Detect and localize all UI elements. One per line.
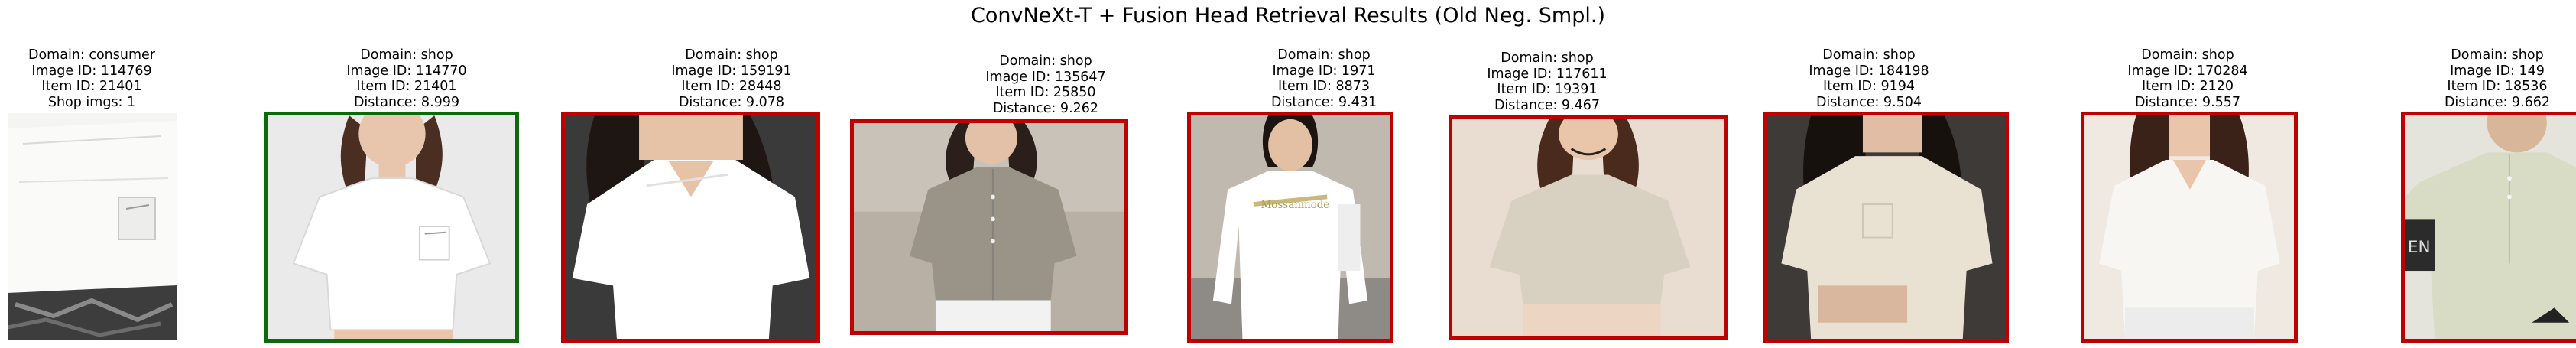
query-image (8, 113, 177, 340)
result-image-id: Image ID: 170284 (2127, 63, 2248, 79)
result-image-mismatch (561, 112, 820, 343)
result-distance: Distance: 9.557 (2134, 94, 2241, 110)
result-caption: Domain: shop Image ID: 184198 Item ID: 9… (1716, 47, 2022, 110)
result-image-correct-match (264, 112, 519, 343)
result-image-mismatch: EN (2401, 112, 2576, 343)
result-distance: Distance: 9.467 (1494, 97, 1601, 113)
result-image-id: Image ID: 149 (2450, 63, 2545, 79)
query-shop-imgs: Shop imgs: 1 (47, 94, 136, 110)
result-image-mismatch (1449, 115, 1728, 340)
result-caption: Domain: shop Image ID: 170284 Item ID: 2… (2035, 47, 2341, 110)
query-caption: Domain: consumer Image ID: 114769 Item I… (0, 47, 245, 110)
result-domain: Domain: shop (999, 54, 1092, 69)
result-item-id: Item ID: 21401 (356, 79, 457, 94)
result-item-id: Item ID: 18536 (2447, 79, 2548, 94)
result-image-mismatch (850, 119, 1128, 335)
svg-text:Mossanmode: Mossanmode (1260, 199, 1329, 211)
result-item-id: Item ID: 9194 (1822, 79, 1916, 94)
result-caption: Domain: shop Image ID: 149 Item ID: 1853… (2344, 47, 2576, 110)
result-domain: Domain: shop (1822, 47, 1916, 63)
result-distance: Distance: 9.504 (1815, 94, 1922, 110)
result-caption: Domain: shop Image ID: 117611 Item ID: 1… (1394, 50, 1700, 113)
result-caption: Domain: shop Image ID: 114770 Item ID: 2… (254, 47, 560, 110)
svg-text:EN: EN (2408, 238, 2431, 257)
query-domain: Domain: consumer (28, 47, 155, 63)
result-domain: Domain: shop (685, 47, 778, 63)
result-image-mismatch (1763, 112, 2009, 343)
result-distance: Distance: 9.262 (992, 100, 1099, 116)
result-domain: Domain: shop (1501, 50, 1594, 66)
result-domain: Domain: shop (2451, 47, 2544, 63)
result-item-id: Item ID: 28448 (681, 79, 782, 94)
result-item-id: Item ID: 25850 (995, 85, 1096, 100)
result-image-id: Image ID: 159191 (671, 63, 792, 79)
result-distance: Distance: 9.078 (678, 94, 785, 110)
result-caption: Domain: shop Image ID: 159191 Item ID: 2… (579, 47, 884, 110)
figure-title: ConvNeXt-T + Fusion Head Retrieval Resul… (971, 4, 1605, 28)
result-distance: Distance: 8.999 (353, 94, 460, 110)
result-domain: Domain: shop (2141, 47, 2234, 63)
result-image-id: Image ID: 114770 (346, 63, 467, 79)
query-image-id: Image ID: 114769 (31, 63, 152, 79)
result-image-id: Image ID: 117611 (1487, 66, 1608, 82)
result-distance: Distance: 9.662 (2444, 94, 2551, 110)
result-caption: Domain: shop Image ID: 135647 Item ID: 2… (893, 54, 1199, 116)
result-image-id: Image ID: 184198 (1809, 63, 1929, 79)
result-item-id: Item ID: 19391 (1497, 82, 1598, 97)
result-domain: Domain: shop (360, 47, 453, 63)
query-item-id: Item ID: 21401 (41, 79, 142, 94)
result-image-mismatch (2081, 112, 2298, 343)
result-image-mismatch: Mossanmode (1187, 112, 1393, 343)
result-item-id: Item ID: 2120 (2141, 79, 2234, 94)
result-image-id: Image ID: 135647 (985, 69, 1106, 85)
